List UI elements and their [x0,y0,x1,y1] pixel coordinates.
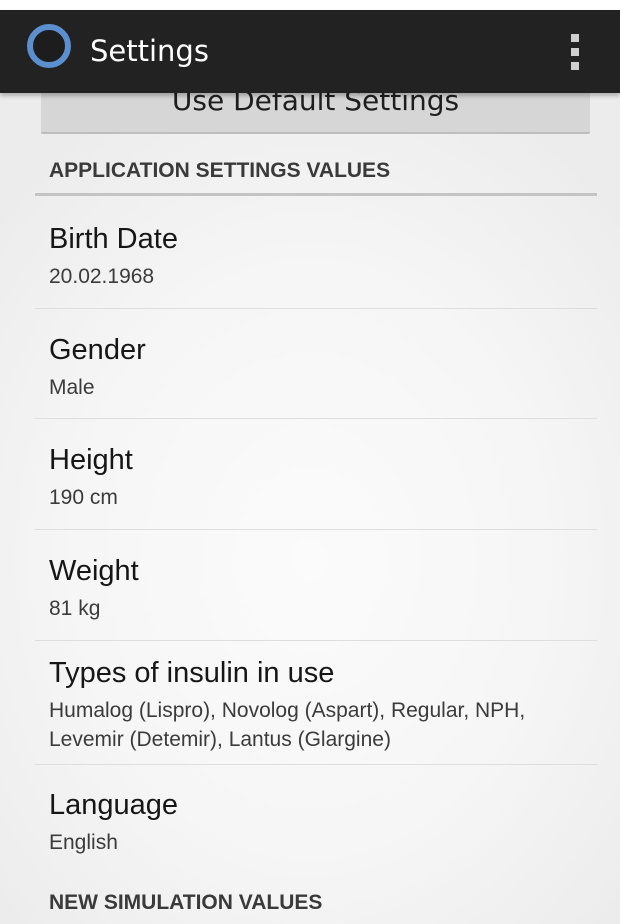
overflow-dot [571,62,579,70]
pref-birth-date[interactable]: Birth Date 20.02.1968 [35,222,597,309]
pref-gender[interactable]: Gender Male [35,333,597,419]
pref-summary: English [49,831,118,854]
pref-title: Height [49,444,133,476]
section-header-new-simulation: NEW SIMULATION VALUES [49,891,323,914]
pref-summary: 81 kg [49,597,101,620]
pref-title: Weight [49,555,139,587]
overflow-dot [571,34,579,42]
pref-title: Birth Date [49,223,178,255]
pref-summary: 190 cm [49,486,118,509]
overflow-dot [571,48,579,56]
action-bar-title: Settings [90,34,209,68]
pref-summary: 20.02.1968 [49,265,155,288]
status-bar-strip [0,0,620,10]
pref-title: Types of insulin in use [49,657,335,689]
pref-summary: Male [49,376,95,399]
action-bar: Settings [0,10,620,93]
pref-title: Language [49,789,179,821]
pref-title: Gender [49,334,146,366]
pref-weight[interactable]: Weight 81 kg [35,554,597,641]
pref-insulin-types[interactable]: Types of insulin in use Humalog (Lispro)… [35,656,597,765]
pref-height[interactable]: Height 190 cm [35,443,597,530]
overflow-menu-icon[interactable] [560,30,590,74]
section-header-application-settings: APPLICATION SETTINGS VALUES [35,156,597,196]
ring-logo-icon[interactable] [27,24,71,68]
pref-summary: Humalog (Lispro), Novolog (Aspart), Regu… [49,699,526,751]
pref-language[interactable]: Language English [35,788,597,868]
